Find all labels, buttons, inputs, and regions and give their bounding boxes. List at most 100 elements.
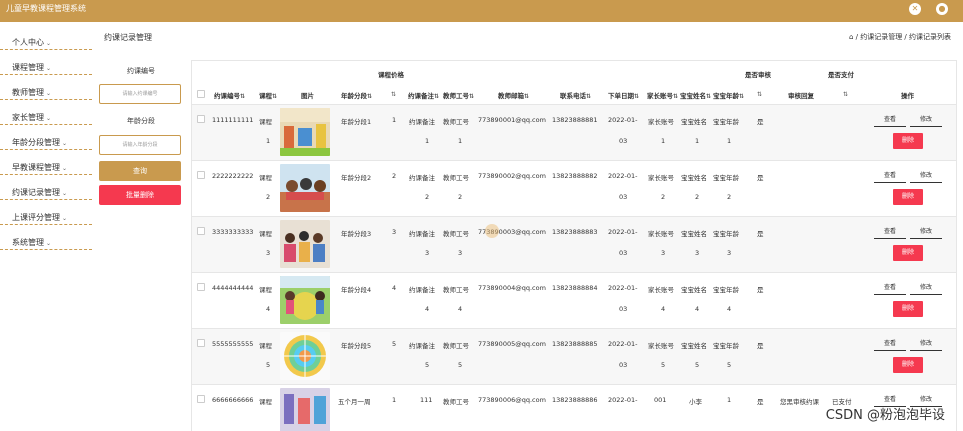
cell-parent: 家长账号 [648, 286, 674, 294]
cell-price: 5 [392, 340, 397, 348]
chevron-down-icon: ⌄ [62, 215, 68, 222]
breadcrumb[interactable]: ⌂ / 约课记录管理 / 约课记录列表 [849, 32, 951, 42]
edit-button[interactable]: 修改 [910, 114, 942, 127]
sort-icon: ⇅ [272, 93, 278, 100]
header-phone[interactable]: 联系电话⇅ [560, 90, 591, 100]
cell-teacher-no: 教师工号 [443, 174, 469, 182]
delete-button[interactable]: 删除 [893, 301, 923, 317]
cell-audit: 是 [757, 118, 764, 126]
delete-button[interactable]: 删除 [893, 133, 923, 149]
user-icon[interactable]: ● [936, 3, 948, 15]
header-baby-name[interactable]: 宝宝姓名⇅ [680, 90, 711, 100]
cell-remark-no: 5 [425, 361, 430, 369]
cell-course-no: 4 [266, 305, 271, 313]
cell-parent-no: 1 [661, 137, 666, 145]
age-group-input[interactable]: 请输入年龄分段 [99, 135, 181, 155]
chevron-down-icon: ⌄ [46, 240, 52, 247]
cell-date: 2022-01- [608, 228, 638, 236]
cell-phone: 13823888881 [552, 116, 598, 124]
cell-baby: 宝宝姓名 [681, 286, 707, 294]
header-baby-age[interactable]: 宝宝年龄⇅ [713, 90, 744, 100]
sidebar-item-parent[interactable]: 家长管理 ⌄ [0, 101, 92, 125]
sidebar-item-personal[interactable]: 个人中心 ⌄ [0, 26, 92, 50]
cell-age: 年龄分段5 [341, 342, 372, 350]
cell-audit: 是 [757, 230, 764, 238]
course-image [280, 220, 330, 268]
header-actions: 操作 [901, 92, 914, 100]
sidebar-item-age-group[interactable]: 年龄分段管理 ⌄ [0, 126, 92, 150]
delete-button[interactable]: 删除 [893, 189, 923, 205]
header-date[interactable]: 下单日期⇅ [608, 90, 639, 100]
delete-button[interactable]: 删除 [893, 245, 923, 261]
cell-baby-age: 宝宝年龄 [713, 118, 739, 126]
course-image [280, 164, 330, 212]
header-age[interactable]: 年龄分段⇅ [341, 90, 372, 100]
cell-teacher-no2: 4 [458, 305, 463, 313]
age-group-label: 年龄分段 [127, 117, 155, 125]
query-button[interactable]: 查询 [99, 161, 181, 181]
sidebar-item-course[interactable]: 课程管理 ⌄ [0, 51, 92, 75]
cell-baby: 小李 [689, 398, 702, 406]
header-course[interactable]: 课程⇅ [259, 90, 277, 100]
header-teacher-no[interactable]: 教师工号⇅ [443, 90, 474, 100]
cell-teacher-no: 教师工号 [443, 230, 469, 238]
header-id[interactable]: 约课编号⇅ [214, 90, 245, 100]
view-button[interactable]: 查看 [874, 114, 906, 127]
view-button[interactable]: 查看 [874, 226, 906, 239]
cell-remark: 约课备注 [409, 286, 435, 294]
edit-button[interactable]: 修改 [910, 282, 942, 295]
view-button[interactable]: 查看 [874, 170, 906, 183]
view-button[interactable]: 查看 [874, 338, 906, 351]
cell-id: 6666666666 [212, 396, 254, 404]
edit-button[interactable]: 修改 [910, 338, 942, 351]
cell-remark-no: 4 [425, 305, 430, 313]
sidebar-item-early-course[interactable]: 早教课程管理 ⌄ [0, 151, 92, 175]
cell-date: 2022-01- [608, 284, 638, 292]
cell-course: 课程 [259, 398, 272, 406]
row-checkbox[interactable] [197, 339, 205, 347]
cell-baby-no: 4 [695, 305, 700, 313]
sidebar-item-label: 早教课程管理 [12, 163, 60, 172]
edit-button[interactable]: 修改 [910, 170, 942, 183]
sort-icon: ⇅ [434, 93, 440, 100]
page-title: 约课记录管理 [104, 33, 152, 42]
cell-date2: 03 [619, 361, 628, 369]
cell-id: 4444444444 [212, 284, 254, 292]
sidebar-item-label: 家长管理 [12, 113, 44, 122]
select-all-checkbox[interactable] [197, 90, 205, 98]
cell-baby-age: 宝宝年龄 [713, 174, 739, 182]
expand-icon[interactable]: ✕ [909, 3, 921, 15]
view-button[interactable]: 查看 [874, 282, 906, 295]
cell-baby: 宝宝姓名 [681, 230, 707, 238]
header-audit-sort[interactable]: ⇅ [757, 90, 762, 98]
header-price-sort[interactable]: ⇅ [391, 90, 396, 98]
sidebar-item-booking[interactable]: 约课记录管理 ⌄ [0, 176, 92, 200]
cell-baby-age: 1 [727, 396, 732, 404]
delete-button[interactable]: 删除 [893, 357, 923, 373]
cell-baby-age-no: 4 [727, 305, 732, 313]
edit-button[interactable]: 修改 [910, 226, 942, 239]
header-teacher-email[interactable]: 教师邮箱⇅ [498, 90, 529, 100]
sidebar-item-teacher[interactable]: 教师管理 ⌄ [0, 76, 92, 100]
sidebar-item-rating[interactable]: 上课评分管理 ⌄ [0, 201, 92, 225]
sidebar-item-label: 年龄分段管理 [12, 138, 60, 147]
row-checkbox[interactable] [197, 283, 205, 291]
chevron-down-icon: ⌄ [46, 40, 52, 47]
sort-icon: ⇅ [586, 93, 592, 100]
row-checkbox[interactable] [197, 171, 205, 179]
header-paid-sort[interactable]: ⇅ [843, 90, 848, 98]
header-audit: 是否审核 [745, 71, 771, 79]
cell-parent: 001 [654, 396, 667, 404]
row-checkbox[interactable] [197, 227, 205, 235]
cell-baby-no: 2 [695, 193, 700, 201]
batch-delete-button[interactable]: 批量删除 [99, 185, 181, 205]
sidebar-item-system[interactable]: 系统管理 ⌄ [0, 226, 92, 250]
row-checkbox[interactable] [197, 395, 205, 403]
row-checkbox[interactable] [197, 115, 205, 123]
cell-baby-age-no: 2 [727, 193, 732, 201]
header-parent[interactable]: 家长账号⇅ [647, 90, 678, 100]
cell-price: 4 [392, 284, 397, 292]
header-remark[interactable]: 约课备注⇅ [408, 90, 439, 100]
booking-id-input[interactable]: 请输入约课编号 [99, 84, 181, 104]
cell-date: 2022-01- [608, 340, 638, 348]
